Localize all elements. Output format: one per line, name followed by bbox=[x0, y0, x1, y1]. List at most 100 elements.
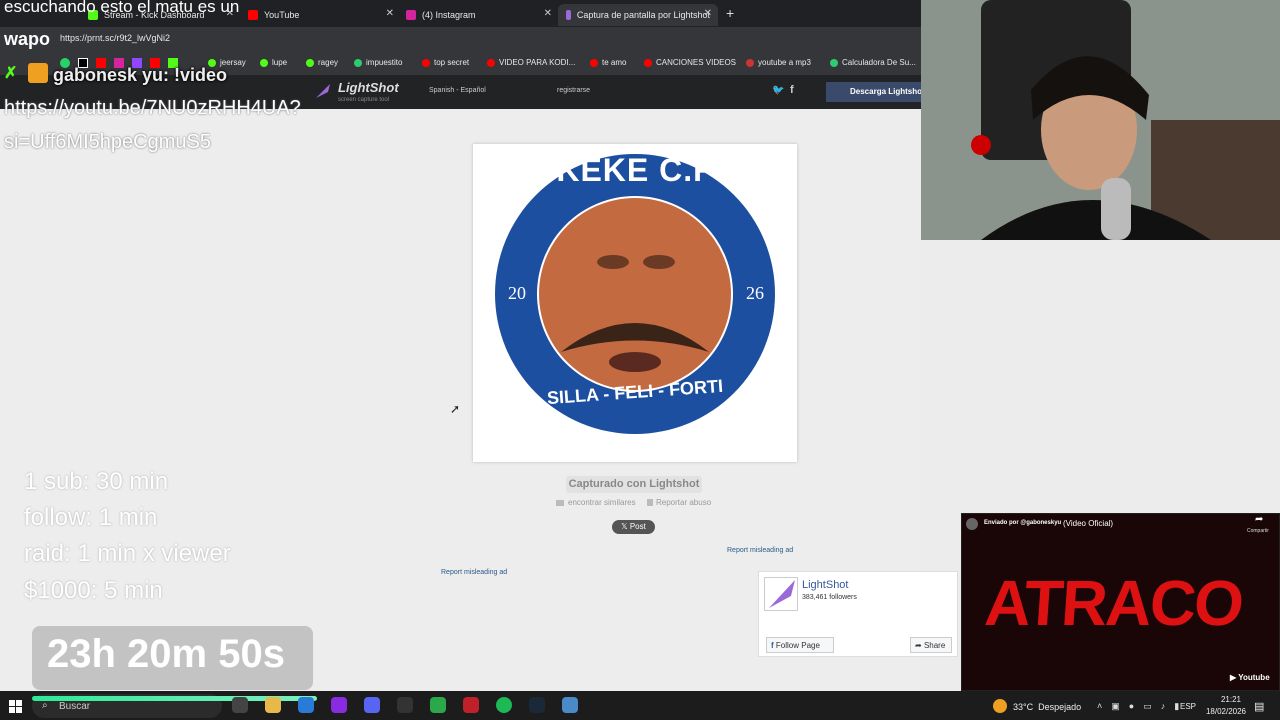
url-field[interactable]: https://prnt.sc/r9t2_lwVgNi2 bbox=[60, 33, 170, 43]
fb-follow-button[interactable]: f Follow Page bbox=[766, 637, 834, 653]
kick-icon: ✗ bbox=[4, 65, 18, 82]
voicemod-icon[interactable] bbox=[463, 697, 479, 713]
lightshot-logo[interactable]: LightShot bbox=[338, 80, 399, 95]
bookmark-yt-mp3[interactable]: youtube a mp3 bbox=[746, 58, 811, 67]
tagline: screen capture tool bbox=[338, 97, 390, 103]
calculator-icon bbox=[830, 58, 838, 67]
report-abuse-link[interactable]: Reportar abuso bbox=[647, 498, 711, 507]
app-icon[interactable] bbox=[430, 697, 446, 713]
language-indicator[interactable]: ESP bbox=[1180, 702, 1196, 711]
rule-follow: follow: 1 min bbox=[24, 504, 158, 531]
battery-icon[interactable]: ▮ bbox=[1174, 701, 1179, 712]
webcam-feed bbox=[921, 0, 1280, 240]
screen-icon[interactable]: ▣ bbox=[1111, 701, 1120, 712]
feather-icon bbox=[566, 10, 571, 20]
youtube-icon bbox=[644, 58, 652, 67]
volume-icon[interactable]: ♪ bbox=[1161, 701, 1166, 712]
find-similar-label: encontrar similares bbox=[568, 498, 636, 507]
download-label: Descarga Lightshot bbox=[850, 87, 921, 96]
close-icon[interactable]: ✕ bbox=[704, 8, 712, 19]
windows-start-icon[interactable] bbox=[9, 700, 22, 713]
chat-message-top: escuchando esto el matu es un bbox=[4, 0, 240, 16]
feather-icon bbox=[314, 82, 332, 100]
share-label: Compartir bbox=[1247, 528, 1269, 534]
steam-icon[interactable] bbox=[529, 697, 545, 713]
kick-icon bbox=[306, 58, 314, 67]
bookmark-canciones[interactable]: CANCIONES VIDEOS bbox=[644, 58, 736, 67]
tab-youtube[interactable]: YouTube ✕ bbox=[240, 4, 400, 26]
share-label: Share bbox=[923, 641, 946, 650]
bookmark-calculadora[interactable]: Calculadora De Su... bbox=[830, 58, 916, 67]
fb-followers: 383,461 followers bbox=[802, 594, 857, 601]
share-icon[interactable]: ➦ bbox=[1255, 514, 1263, 525]
bookmark-lupe[interactable]: lupe bbox=[260, 58, 287, 67]
report-ad-link[interactable]: Report misleading ad bbox=[441, 569, 507, 576]
bookmark-top-secret[interactable]: top secret bbox=[422, 58, 469, 67]
x-post-button[interactable]: 𝕏 Post bbox=[612, 520, 655, 534]
tab-label: (4) Instagram bbox=[422, 10, 476, 20]
weather-icon[interactable] bbox=[993, 699, 1007, 713]
instagram-icon bbox=[406, 10, 416, 20]
follow-label: Follow Page bbox=[775, 641, 820, 650]
discord-icon[interactable] bbox=[364, 697, 380, 713]
bookmark-ragey[interactable]: ragey bbox=[306, 58, 338, 67]
chat-username: gabonesk yu: !video bbox=[53, 65, 228, 85]
network-icon[interactable]: ▭ bbox=[1143, 701, 1152, 712]
notification-icon[interactable]: ▤ bbox=[1254, 700, 1264, 713]
language-select[interactable]: Spanish - Español bbox=[429, 87, 486, 94]
rule-donation: $1000: 5 min bbox=[24, 577, 163, 604]
canva-icon[interactable] bbox=[331, 697, 347, 713]
download-button[interactable]: Descarga Lightshot bbox=[826, 82, 921, 102]
flag-icon bbox=[647, 499, 653, 506]
register-link[interactable]: registrarse bbox=[557, 87, 590, 94]
download-icon bbox=[746, 58, 754, 67]
notepad-icon[interactable] bbox=[562, 697, 578, 713]
rule-raid: raid: 1 min x viewer bbox=[24, 540, 231, 567]
video-big-text: ATRACO bbox=[982, 567, 1245, 639]
badge-top-text: KEKE C.F bbox=[556, 152, 714, 188]
tab-lightshot[interactable]: Captura de pantalla por Lightshot ✕ bbox=[558, 4, 718, 26]
chat-link: https://youtu.be/7NU0zRHH4UA? bbox=[4, 97, 301, 119]
bookmark-te-amo[interactable]: te amo bbox=[590, 58, 626, 67]
report-ad-link[interactable]: Report misleading ad bbox=[727, 547, 793, 554]
clock-time[interactable]: 21:21 bbox=[1212, 695, 1250, 704]
bookmark-label: ragey bbox=[318, 58, 339, 67]
bookmark-impuestito[interactable]: impuestito bbox=[354, 58, 402, 67]
find-similar-link[interactable]: encontrar similares bbox=[556, 498, 636, 507]
youtube-logo[interactable]: ▶ Youtube bbox=[1230, 673, 1270, 682]
close-icon[interactable]: ✕ bbox=[386, 8, 394, 19]
edge-icon[interactable] bbox=[298, 697, 314, 713]
search-placeholder: Buscar bbox=[59, 701, 91, 712]
clock-date[interactable]: 18/02/2026 bbox=[1202, 707, 1250, 716]
bookmark-label: Calculadora De Su... bbox=[842, 58, 916, 67]
chevron-up-icon[interactable]: ˄ bbox=[1097, 701, 1102, 712]
obs-icon[interactable] bbox=[397, 697, 413, 713]
tab-instagram[interactable]: (4) Instagram ✕ bbox=[398, 4, 558, 26]
task-view-icon[interactable] bbox=[232, 697, 248, 713]
twitter-icon[interactable]: 🐦 bbox=[772, 85, 784, 96]
timer-text: 23h 20m 50s bbox=[47, 632, 285, 676]
badge-icon bbox=[28, 63, 48, 83]
weather-label[interactable]: 33°C Despejado bbox=[1013, 702, 1081, 712]
badge-year-right: 26 bbox=[746, 283, 764, 303]
video-title: (Video Oficial) bbox=[1063, 519, 1114, 528]
search-icon: ⌕ bbox=[42, 700, 48, 711]
sheet-icon bbox=[354, 58, 362, 67]
lightshot-avatar[interactable] bbox=[764, 577, 798, 611]
file-explorer-icon[interactable] bbox=[265, 697, 281, 713]
user-tag: wapo bbox=[4, 29, 51, 49]
bookmark-label: youtube a mp3 bbox=[758, 58, 811, 67]
facebook-icon[interactable]: f bbox=[790, 84, 794, 96]
mic-icon[interactable]: ● bbox=[1129, 701, 1134, 712]
channel-avatar[interactable] bbox=[966, 518, 978, 530]
kick-icon bbox=[260, 58, 268, 67]
spotify-icon[interactable] bbox=[496, 697, 512, 713]
fb-page-name[interactable]: LightShot bbox=[802, 579, 848, 591]
bookmark-label: te amo bbox=[602, 58, 627, 67]
fb-share-button[interactable]: ➦ Share bbox=[910, 637, 952, 653]
bookmark-video-kodi[interactable]: VIDEO PARA KODI... bbox=[487, 58, 575, 67]
close-icon[interactable]: ✕ bbox=[544, 8, 552, 19]
bookmark-label: VIDEO PARA KODI... bbox=[499, 58, 576, 67]
new-tab-button[interactable]: + bbox=[726, 5, 734, 21]
captured-with-label: Capturado con Lightshot bbox=[566, 476, 702, 493]
